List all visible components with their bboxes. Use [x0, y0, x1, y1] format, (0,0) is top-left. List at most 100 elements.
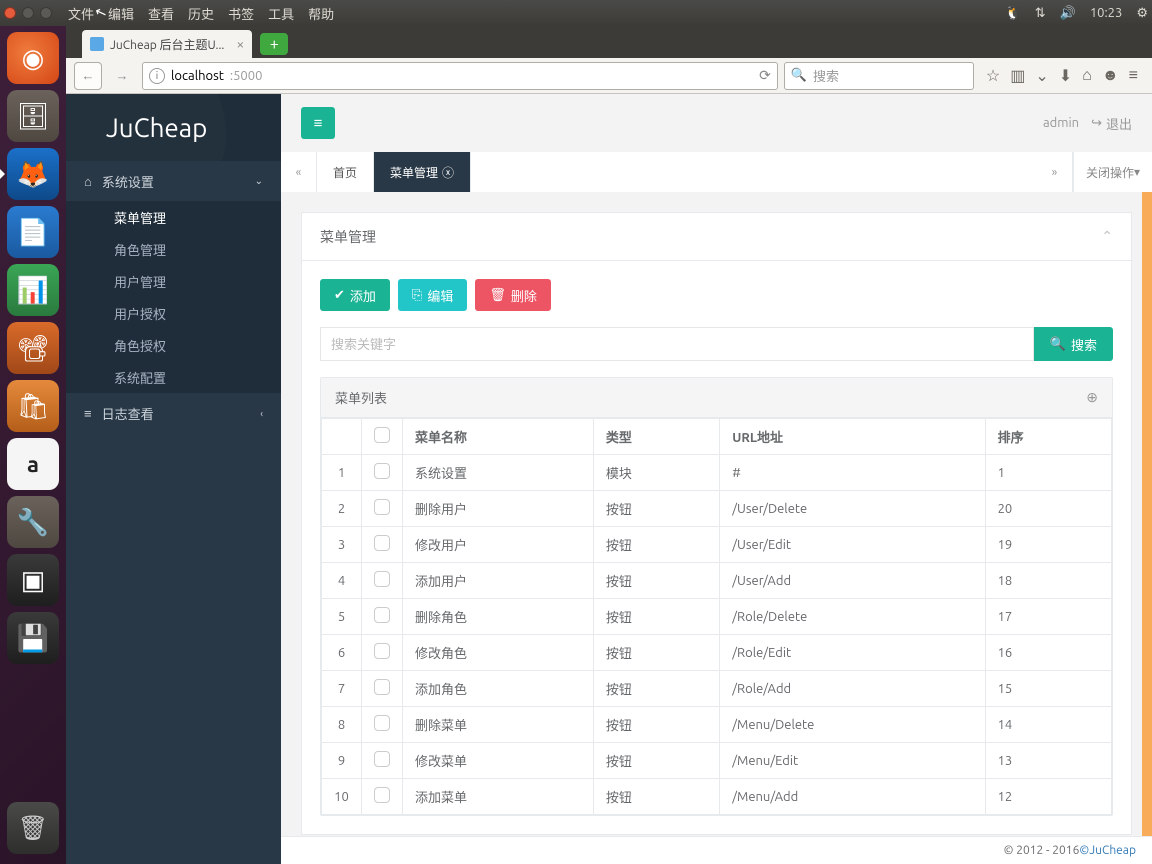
- pocket-icon[interactable]: ⌄: [1035, 66, 1048, 85]
- cell-url: #: [720, 455, 985, 491]
- launcher-impress[interactable]: 📽: [7, 322, 59, 374]
- cell-checkbox: [362, 563, 403, 599]
- close-ops-label: 关闭操作: [1086, 164, 1134, 181]
- sidebar-item[interactable]: 菜单管理: [66, 201, 281, 233]
- launcher-trash[interactable]: 🗑: [7, 802, 59, 854]
- back-button[interactable]: ←: [74, 62, 102, 90]
- checkbox-all[interactable]: [374, 427, 390, 443]
- collapse-icon[interactable]: ⌃: [1101, 228, 1113, 245]
- os-topbar: 文件编辑查看历史书签工具帮助 🐧 ⇅ 🔊 10:23 ⚙: [0, 0, 1152, 26]
- table-row[interactable]: 3 修改用户 按钮 /User/Edit 19: [322, 527, 1112, 563]
- os-menu-item[interactable]: 查看: [148, 4, 174, 23]
- row-checkbox[interactable]: [374, 463, 390, 479]
- clock[interactable]: 10:23: [1090, 6, 1123, 20]
- row-checkbox[interactable]: [374, 751, 390, 767]
- tab-scroll-right[interactable]: »: [1037, 152, 1073, 192]
- url-bar[interactable]: i localhost:5000 ⟳: [142, 62, 778, 90]
- delete-button[interactable]: 🗑删除: [475, 279, 551, 311]
- sidebar-group-system[interactable]: ⌂ 系统设置 ⌄: [66, 161, 281, 201]
- launcher-files[interactable]: 🗄: [7, 90, 59, 142]
- browser-search[interactable]: 🔍 搜索: [784, 62, 974, 90]
- os-menu: 文件编辑查看历史书签工具帮助: [68, 4, 334, 23]
- gear-icon[interactable]: ⚙: [1136, 6, 1148, 21]
- close-tab-icon[interactable]: ×: [236, 36, 244, 52]
- bookmark-star-icon[interactable]: ☆: [986, 66, 1000, 85]
- col-url: URL地址: [720, 419, 985, 455]
- maximize-window-icon[interactable]: [40, 7, 52, 19]
- table-row[interactable]: 9 修改菜单 按钮 /Menu/Edit 13: [322, 743, 1112, 779]
- launcher-calc[interactable]: 📊: [7, 264, 59, 316]
- row-checkbox[interactable]: [374, 607, 390, 623]
- table-row[interactable]: 4 添加用户 按钮 /User/Add 18: [322, 563, 1112, 599]
- table-panel: 菜单列表 ⊕ 菜单名称 类型 U: [320, 377, 1113, 816]
- logout-button[interactable]: ↪ 退出: [1091, 114, 1132, 133]
- close-window-icon[interactable]: [4, 7, 16, 19]
- tab-menu-mgmt[interactable]: 菜单管理 ⓧ: [374, 152, 471, 192]
- sidebar-item[interactable]: 角色管理: [66, 233, 281, 265]
- os-menu-item[interactable]: 工具: [268, 4, 294, 23]
- sidebar-item[interactable]: 用户管理: [66, 265, 281, 297]
- launcher-amazon[interactable]: a: [7, 438, 59, 490]
- os-menu-item[interactable]: 书签: [228, 4, 254, 23]
- row-checkbox[interactable]: [374, 643, 390, 659]
- edit-button[interactable]: ⎘编辑: [398, 279, 467, 311]
- close-icon[interactable]: ⓧ: [442, 164, 454, 181]
- forward-button[interactable]: →: [108, 62, 136, 90]
- minimize-window-icon[interactable]: [22, 7, 34, 19]
- network-icon[interactable]: ⇅: [1035, 6, 1046, 21]
- tab-home[interactable]: 首页: [317, 152, 374, 192]
- launcher-terminal[interactable]: ▣: [7, 554, 59, 606]
- home-icon[interactable]: ⌂: [1082, 66, 1092, 85]
- table-row[interactable]: 7 添加角色 按钮 /Role/Add 15: [322, 671, 1112, 707]
- table-row[interactable]: 5 删除角色 按钮 /Role/Delete 17: [322, 599, 1112, 635]
- browser-tab[interactable]: JuCheap 后台主题U... ×: [82, 30, 252, 58]
- chat-icon[interactable]: ☻: [1102, 66, 1119, 85]
- launcher-software[interactable]: 🛍: [7, 380, 59, 432]
- downloads-icon[interactable]: ⬇: [1059, 66, 1072, 85]
- launcher-writer[interactable]: 📄: [7, 206, 59, 258]
- library-icon[interactable]: ▥: [1010, 66, 1025, 85]
- toggle-sidebar-button[interactable]: ≡: [301, 107, 335, 139]
- new-tab-button[interactable]: +: [260, 33, 288, 55]
- footer-link[interactable]: ©JuCheap: [1079, 844, 1136, 857]
- add-row-icon[interactable]: ⊕: [1086, 389, 1098, 406]
- add-button[interactable]: ✔添加: [320, 279, 390, 311]
- btn-label: 添加: [350, 286, 376, 305]
- os-menu-item[interactable]: 编辑: [108, 4, 134, 23]
- table-row[interactable]: 1 系统设置 模块 # 1: [322, 455, 1112, 491]
- launcher-settings[interactable]: 🔧: [7, 496, 59, 548]
- row-checkbox[interactable]: [374, 499, 390, 515]
- cell-idx: 6: [322, 635, 362, 671]
- launcher-disk[interactable]: 💾: [7, 612, 59, 664]
- os-menu-item[interactable]: 历史: [188, 4, 214, 23]
- os-menu-item[interactable]: 文件: [68, 4, 94, 23]
- row-checkbox[interactable]: [374, 679, 390, 695]
- username-label[interactable]: admin: [1043, 116, 1079, 130]
- reload-icon[interactable]: ⟳: [759, 67, 771, 84]
- hamburger-icon[interactable]: ≡: [1129, 66, 1138, 85]
- launcher-dash[interactable]: ◉: [7, 32, 59, 84]
- table-row[interactable]: 2 删除用户 按钮 /User/Delete 20: [322, 491, 1112, 527]
- row-checkbox[interactable]: [374, 571, 390, 587]
- close-operations-dropdown[interactable]: 关闭操作 ▾: [1073, 152, 1152, 192]
- tab-scroll-left[interactable]: «: [281, 152, 317, 192]
- table-row[interactable]: 10 添加菜单 按钮 /Menu/Add 12: [322, 779, 1112, 815]
- launcher-firefox[interactable]: 🦊: [7, 148, 59, 200]
- sidebar-item[interactable]: 角色授权: [66, 329, 281, 361]
- sidebar-group-logs[interactable]: ≡ 日志查看 ‹: [66, 393, 281, 433]
- row-checkbox[interactable]: [374, 715, 390, 731]
- sidebar-item[interactable]: 用户授权: [66, 297, 281, 329]
- sidebar-item[interactable]: 系统配置: [66, 361, 281, 393]
- cell-idx: 8: [322, 707, 362, 743]
- cell-checkbox: [362, 599, 403, 635]
- os-menu-item[interactable]: 帮助: [308, 4, 334, 23]
- table-row[interactable]: 6 修改角色 按钮 /Role/Edit 16: [322, 635, 1112, 671]
- search-input[interactable]: [320, 327, 1034, 361]
- volume-icon[interactable]: 🔊: [1060, 6, 1076, 21]
- list-icon: ≡: [84, 406, 92, 421]
- table-row[interactable]: 8 删除菜单 按钮 /Menu/Delete 14: [322, 707, 1112, 743]
- site-info-icon[interactable]: i: [149, 68, 165, 84]
- row-checkbox[interactable]: [374, 535, 390, 551]
- search-button[interactable]: 🔍搜索: [1034, 327, 1113, 361]
- row-checkbox[interactable]: [374, 787, 390, 803]
